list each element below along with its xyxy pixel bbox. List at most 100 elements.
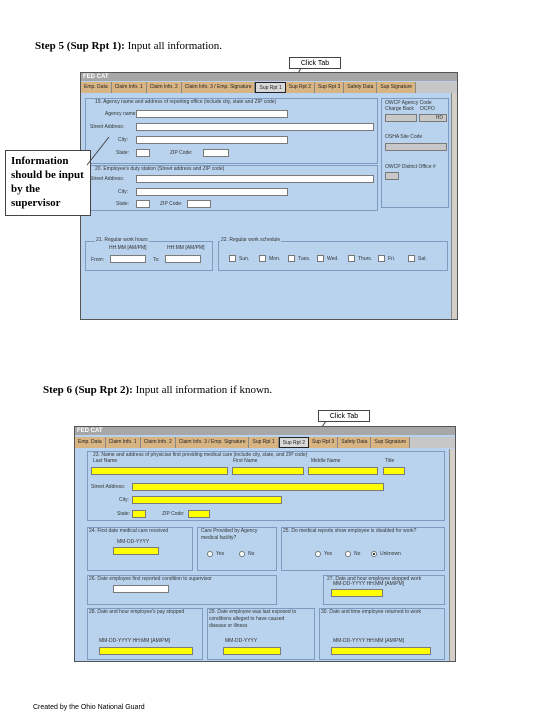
step6-disabled-unknown-radio[interactable]	[371, 551, 377, 557]
tab-sup-rpt-2[interactable]: Sup Rpt 2	[278, 437, 309, 448]
step6-sec26-title: 26. Date employee first reported conditi…	[89, 576, 212, 582]
step6-scrollbar[interactable]	[449, 449, 455, 661]
step5-sec19-city-input[interactable]	[136, 136, 288, 144]
step6-provided-yes-radio[interactable]	[207, 551, 213, 557]
step6-reported-date-input[interactable]	[113, 585, 169, 593]
step5-sec20-city-input[interactable]	[136, 188, 288, 196]
step5-title-bold: Step 5 (Sup Rpt 1):	[35, 40, 125, 52]
step5-from-input[interactable]	[110, 255, 146, 263]
step5-click-tab-text: Click Tab	[300, 60, 330, 67]
step5-sec20-state-input[interactable]	[136, 200, 150, 208]
step5-sec21-fmt-from: HH:MM [AM/PM]	[109, 245, 147, 251]
step5-sec20-city-label: City:	[118, 189, 128, 195]
step5-to-input[interactable]	[165, 255, 201, 263]
step6-sec24-fmt: MM-DD-YYYY	[117, 539, 150, 545]
step6-title-bold: Step 6 (Sup Rpt 2):	[43, 384, 133, 396]
step6-first-name-label: First Name	[233, 458, 258, 464]
tab-sup-signature[interactable]: Sup Signature	[377, 82, 417, 93]
step5-app-logo: FED CAT	[83, 74, 109, 80]
step6-stopped-work-input[interactable]	[331, 589, 383, 597]
step6-sec28-title: 28. Date and hour employee's pay stopped	[89, 609, 185, 615]
step5-sec19-zip-label: ZIP Code:	[170, 150, 193, 156]
day-mon-label: Mon.	[269, 256, 281, 262]
step6-sec29-title: 29. Date employee was last exposed to co…	[209, 609, 297, 629]
step5-app-window: FED CAT Emp. Data Claim Info. 1 Claim Info…	[80, 72, 458, 320]
tab-safety-data[interactable]: Safety Data	[344, 82, 378, 93]
step6-street-input[interactable]	[132, 483, 384, 491]
step6-first-name-input[interactable]	[232, 467, 304, 475]
step5-sec19-state-input[interactable]	[136, 149, 150, 157]
step6-first-care-date-input[interactable]	[113, 547, 159, 555]
tab-sup-rpt-3[interactable]: Sup Rpt 3	[314, 82, 345, 93]
step6-app-window: FED CAT Emp. Data Claim Info. 1 Claim Info…	[74, 426, 456, 662]
step6-click-tab-text: Click Tab	[329, 413, 359, 420]
step5-district-office-label: OWCP District Office #	[385, 164, 436, 170]
step5-callout-line4: supervisor	[11, 197, 61, 209]
step6-sec29-fmt: MM-DD-YYYY	[225, 638, 258, 644]
day-fri-checkbox[interactable]	[378, 255, 385, 262]
step6-middle-name-label: Middle Name	[311, 458, 341, 464]
step5-sec19-street-input[interactable]	[136, 123, 374, 131]
step6-last-name-input[interactable]	[91, 467, 228, 475]
step5-sec19-title: 19. Agency name and address of reporting…	[95, 99, 277, 105]
tab-emp-data[interactable]: Emp. Data	[81, 82, 112, 93]
tab-claim-info-2[interactable]: Claim Info. 2	[146, 82, 182, 93]
tab-claim-info-3-emp-signature[interactable]: Claim Info. 3 / Emp. Signature	[181, 82, 256, 93]
tab-claim-info-2[interactable]: Claim Info. 2	[140, 437, 176, 448]
tab-sup-rpt-1[interactable]: Sup Rpt 1	[249, 437, 279, 448]
day-tues-label: Tues.	[298, 256, 311, 262]
step5-tab-bar: Emp. Data Claim Info. 1 Claim Info. 2 Claim…	[81, 82, 457, 93]
step6-title-input[interactable]	[383, 467, 405, 475]
step6-zip-input[interactable]	[188, 510, 210, 518]
step5-callout-line1: Information	[11, 155, 69, 167]
tab-claim-info-1[interactable]: Claim Info. 1	[105, 437, 141, 448]
step6-sec23-street-label: Street Address:	[91, 484, 126, 490]
tab-claim-info-3-emp-signature[interactable]: Claim Info. 3 / Emp. Signature	[175, 437, 250, 448]
step6-returned-work-input[interactable]	[331, 647, 431, 655]
day-sun-checkbox[interactable]	[229, 255, 236, 262]
step5-charge-back-field	[385, 114, 417, 122]
step5-sec21-fmt-to: HH:MM [AM/PM]	[167, 245, 205, 251]
step6-last-exposed-input[interactable]	[223, 647, 281, 655]
tab-sup-rpt-2[interactable]: Sup Rpt 2	[285, 82, 315, 93]
step6-state-input[interactable]	[132, 510, 146, 518]
step5-agency-name-input[interactable]	[136, 110, 288, 118]
step6-last-name-label: Last Name	[93, 458, 118, 464]
tab-emp-data[interactable]: Emp. Data	[75, 437, 106, 448]
step6-titlebar: FED CAT	[75, 427, 455, 435]
day-mon-checkbox[interactable]	[259, 255, 266, 262]
footer-credit: Created by the Ohio National Guard	[33, 704, 145, 711]
step6-sec23-state-label: State:	[117, 511, 131, 517]
tab-claim-info-1[interactable]: Claim Info. 1	[111, 82, 147, 93]
tab-sup-signature[interactable]: Sup Signature	[371, 437, 411, 448]
step6-sec24-title: 24. First date medical care received	[89, 528, 169, 534]
tab-sup-rpt-1[interactable]: Sup Rpt 1	[255, 82, 286, 93]
step6-disabled-no-radio[interactable]	[345, 551, 351, 557]
step5-sec20-zip-input[interactable]	[187, 200, 211, 208]
step5-owcp-ocpo: OCPO	[420, 106, 435, 112]
step5-sec19-zip-input[interactable]	[203, 149, 229, 157]
step6-city-input[interactable]	[132, 496, 282, 504]
step6-disabled-yes-radio[interactable]	[315, 551, 321, 557]
step5-sec21-to-label: To:	[153, 257, 160, 263]
step6-provided-title: Care Provided by Agency medical facility…	[201, 528, 258, 541]
step5-sec19-street-label: Street Address:	[90, 124, 125, 130]
step6-pay-stopped-input[interactable]	[99, 647, 193, 655]
step6-middle-name-input[interactable]	[308, 467, 378, 475]
step5-scrollbar[interactable]	[451, 93, 457, 319]
tab-sup-rpt-3[interactable]: Sup Rpt 3	[308, 437, 339, 448]
step5-title-rest: Input all information.	[124, 40, 223, 52]
day-sun-label: Sun.	[239, 256, 250, 262]
day-fri-label: Fri.	[388, 256, 396, 262]
day-sat-checkbox[interactable]	[408, 255, 415, 262]
day-wed-checkbox[interactable]	[317, 255, 324, 262]
step6-disabled-no-label: No	[354, 551, 361, 557]
day-tues-checkbox[interactable]	[288, 255, 295, 262]
step5-sec20-street-input[interactable]	[136, 175, 374, 183]
step5-sec22-title: 22. Regular work schedule	[220, 237, 282, 243]
day-thurs-checkbox[interactable]	[348, 255, 355, 262]
step6-disabled-yes-label: Yes	[324, 551, 333, 557]
tab-safety-data[interactable]: Safety Data	[338, 437, 372, 448]
step5-callout-line2: should be input	[11, 169, 84, 181]
step6-provided-no-radio[interactable]	[239, 551, 245, 557]
